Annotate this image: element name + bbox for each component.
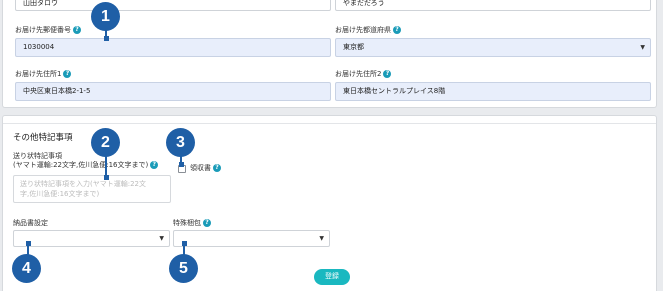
address2-label-text: お届け先住所2 — [335, 70, 382, 78]
postal-code-label: お届け先郵便番号? — [15, 26, 81, 35]
address1-input[interactable]: 中央区東日本橋2-1-5 — [15, 82, 331, 101]
marker-3-dot — [179, 162, 184, 167]
section-title: その他特記事項 — [13, 133, 73, 143]
recipient-name-kana-input[interactable]: やまだだろう — [335, 0, 651, 11]
special-packaging-label-text: 特殊梱包 — [173, 219, 201, 227]
marker-4: 4 — [12, 254, 41, 283]
prefecture-select-value: 東京都 — [343, 43, 364, 51]
recipient-name-input[interactable]: 山田タロウ — [15, 0, 331, 11]
address1-label: お届け先住所1? — [15, 70, 72, 79]
help-icon[interactable]: ? — [73, 26, 81, 34]
prefecture-select[interactable]: 東京都 ▼ — [335, 38, 651, 57]
register-button[interactable]: 登録 — [314, 269, 350, 285]
postal-code-input[interactable]: 1030004 — [15, 38, 331, 57]
address2-label: お届け先住所2? — [335, 70, 392, 79]
help-icon[interactable]: ? — [203, 219, 211, 227]
prefecture-label-text: お届け先都道府県 — [335, 26, 391, 34]
slip-note-textarea[interactable]: 送り状特記事項を入力(ヤマト運輸:22文 字,佐川急便:16文字まで) — [13, 175, 171, 203]
help-icon[interactable]: ? — [393, 26, 401, 34]
prefecture-label: お届け先都道府県? — [335, 26, 401, 35]
marker-1-dot — [104, 36, 109, 41]
delivery-slip-label: 納品書設定 — [13, 219, 48, 227]
special-packaging-select[interactable]: ▼ — [173, 230, 330, 247]
help-icon[interactable]: ? — [213, 164, 221, 172]
marker-5: 5 — [169, 254, 198, 283]
slip-note-label-line1: 送り状特記事項 — [13, 152, 62, 160]
marker-1: 1 — [91, 2, 120, 31]
postal-code-label-text: お届け先郵便番号 — [15, 26, 71, 34]
marker-2-dot — [104, 175, 109, 180]
marker-2: 2 — [91, 128, 120, 157]
chevron-down-icon: ▼ — [159, 235, 164, 242]
address1-label-text: お届け先住所1 — [15, 70, 62, 78]
help-icon[interactable]: ? — [150, 161, 159, 169]
marker-5-dot — [182, 241, 187, 246]
receipt-label: 領収書? — [190, 164, 221, 173]
marker-4-dot — [26, 241, 31, 246]
marker-3: 3 — [166, 128, 195, 157]
help-icon[interactable]: ? — [383, 70, 392, 78]
help-icon[interactable]: ? — [63, 70, 72, 78]
special-packaging-label: 特殊梱包? — [173, 219, 211, 228]
slip-note-label-line2: (ヤマト運輸:22文字,佐川急便:16文字まで) — [13, 161, 149, 169]
slip-note-label: 送り状特記事項 (ヤマト運輸:22文字,佐川急便:16文字まで)? — [13, 152, 159, 170]
receipt-label-text: 領収書 — [190, 164, 211, 172]
address2-input[interactable]: 東日本橋セントラルプレイス8階 — [335, 82, 651, 101]
divider — [3, 123, 656, 124]
chevron-down-icon: ▼ — [640, 44, 645, 51]
chevron-down-icon: ▼ — [319, 235, 324, 242]
delivery-slip-select[interactable]: ▼ — [13, 230, 170, 247]
